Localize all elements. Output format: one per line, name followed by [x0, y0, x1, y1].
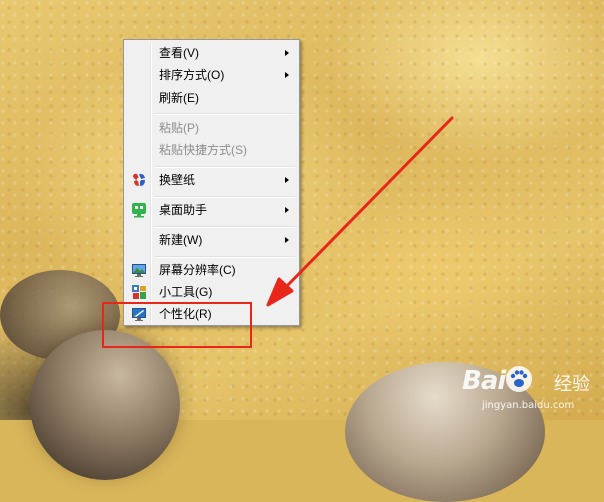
baidu-jingyan-watermark: Bai 经验 jingyan.baidu.com	[462, 362, 602, 420]
watermark-brand: Bai	[462, 366, 506, 396]
annotation-arrow	[266, 116, 454, 307]
paw-icon	[504, 364, 534, 394]
watermark-brand-cn: 经验	[554, 374, 590, 395]
watermark-url: jingyan.baidu.com	[482, 400, 575, 411]
